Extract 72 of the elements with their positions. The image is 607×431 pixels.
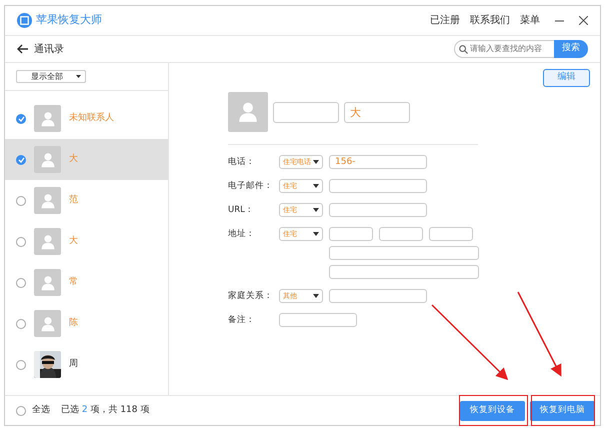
input-field[interactable] [329, 227, 373, 241]
contact-name: 范 [69, 194, 78, 207]
filter-dropdown[interactable]: 显示全部 [16, 70, 86, 83]
row-checkbox[interactable] [16, 154, 26, 164]
contact-row[interactable]: 陈 [5, 303, 168, 344]
field-label: 备注： [228, 314, 256, 327]
contact-row[interactable]: 范 [5, 180, 168, 221]
field-label: 家庭关系： [228, 290, 273, 303]
back-arrow-icon[interactable] [17, 44, 29, 54]
contact-avatar [228, 92, 268, 132]
contact-name: 周 [69, 358, 78, 371]
input-field[interactable] [379, 227, 423, 241]
menu-link[interactable]: 已注册 [430, 13, 460, 28]
highlight-frame [459, 395, 528, 426]
menu-link[interactable]: 菜单 [520, 13, 540, 28]
page-title: 通讯录 [34, 42, 64, 56]
contact-name: 未知联系人 [69, 112, 114, 125]
field-label: 地址： [228, 228, 256, 241]
contact-row[interactable]: 周 [5, 344, 168, 385]
caret-icon [313, 232, 319, 236]
avatar-placeholder [34, 228, 61, 255]
contact-name: 大 [69, 234, 78, 248]
input-field[interactable] [329, 265, 479, 279]
menu-link[interactable]: 联系我们 [470, 13, 510, 28]
contact-row[interactable]: 大 [5, 139, 168, 180]
select-all-label: 全选 [32, 404, 50, 417]
select-all-radio[interactable] [16, 406, 26, 416]
edit-button[interactable]: 编辑 [543, 69, 590, 87]
close-icon[interactable] [579, 16, 588, 25]
selection-count: 已选 2 项，共 118 项 [61, 404, 150, 417]
row-checkbox[interactable] [16, 236, 26, 246]
caret-icon [313, 184, 319, 188]
input-field[interactable] [279, 313, 357, 327]
avatar-placeholder [34, 187, 61, 214]
avatar-placeholder [34, 269, 61, 296]
field-label: URL： [228, 204, 255, 217]
restore-button[interactable]: 恢复到电脑 [530, 400, 595, 420]
contact-name: 大 [69, 152, 78, 166]
highlight-frame [531, 395, 595, 426]
input-field[interactable] [329, 203, 427, 217]
caret-icon [313, 208, 319, 212]
app-title: 苹果恢复大师 [36, 12, 102, 28]
row-checkbox[interactable] [16, 196, 26, 206]
restore-button[interactable]: 恢复到设备 [460, 400, 525, 420]
app-logo-icon [17, 13, 32, 28]
row-checkbox[interactable] [16, 114, 26, 124]
field-label: 电子邮件： [228, 180, 273, 193]
search-button[interactable]: 搜索 [554, 40, 588, 58]
row-checkbox[interactable] [16, 278, 26, 288]
field-label: 电话： [228, 156, 256, 169]
caret-icon [313, 294, 319, 298]
input-field[interactable] [329, 246, 479, 260]
avatar-placeholder [34, 105, 61, 132]
avatar-placeholder [34, 146, 61, 173]
input-field[interactable] [329, 179, 427, 193]
row-checkbox[interactable] [16, 360, 26, 370]
first-name-field[interactable] [273, 102, 339, 122]
input-field[interactable] [329, 289, 427, 303]
caret-icon [313, 160, 319, 164]
caret-icon [76, 75, 81, 78]
input-field[interactable] [429, 227, 473, 241]
input-field[interactable]: 156- [329, 155, 427, 169]
contact-row[interactable]: 大 [5, 221, 168, 262]
contact-name: 陈 [69, 316, 78, 330]
search-icon [459, 44, 468, 54]
contact-row[interactable]: 未知联系人 [5, 98, 168, 139]
search-field[interactable]: 请输入要查找的内容 [454, 40, 554, 58]
last-name-field[interactable]: 大 [344, 102, 410, 122]
avatar-placeholder [34, 310, 61, 337]
contact-row[interactable]: 常 [5, 262, 168, 303]
contact-name: 常 [69, 276, 78, 289]
row-checkbox[interactable] [16, 318, 26, 328]
